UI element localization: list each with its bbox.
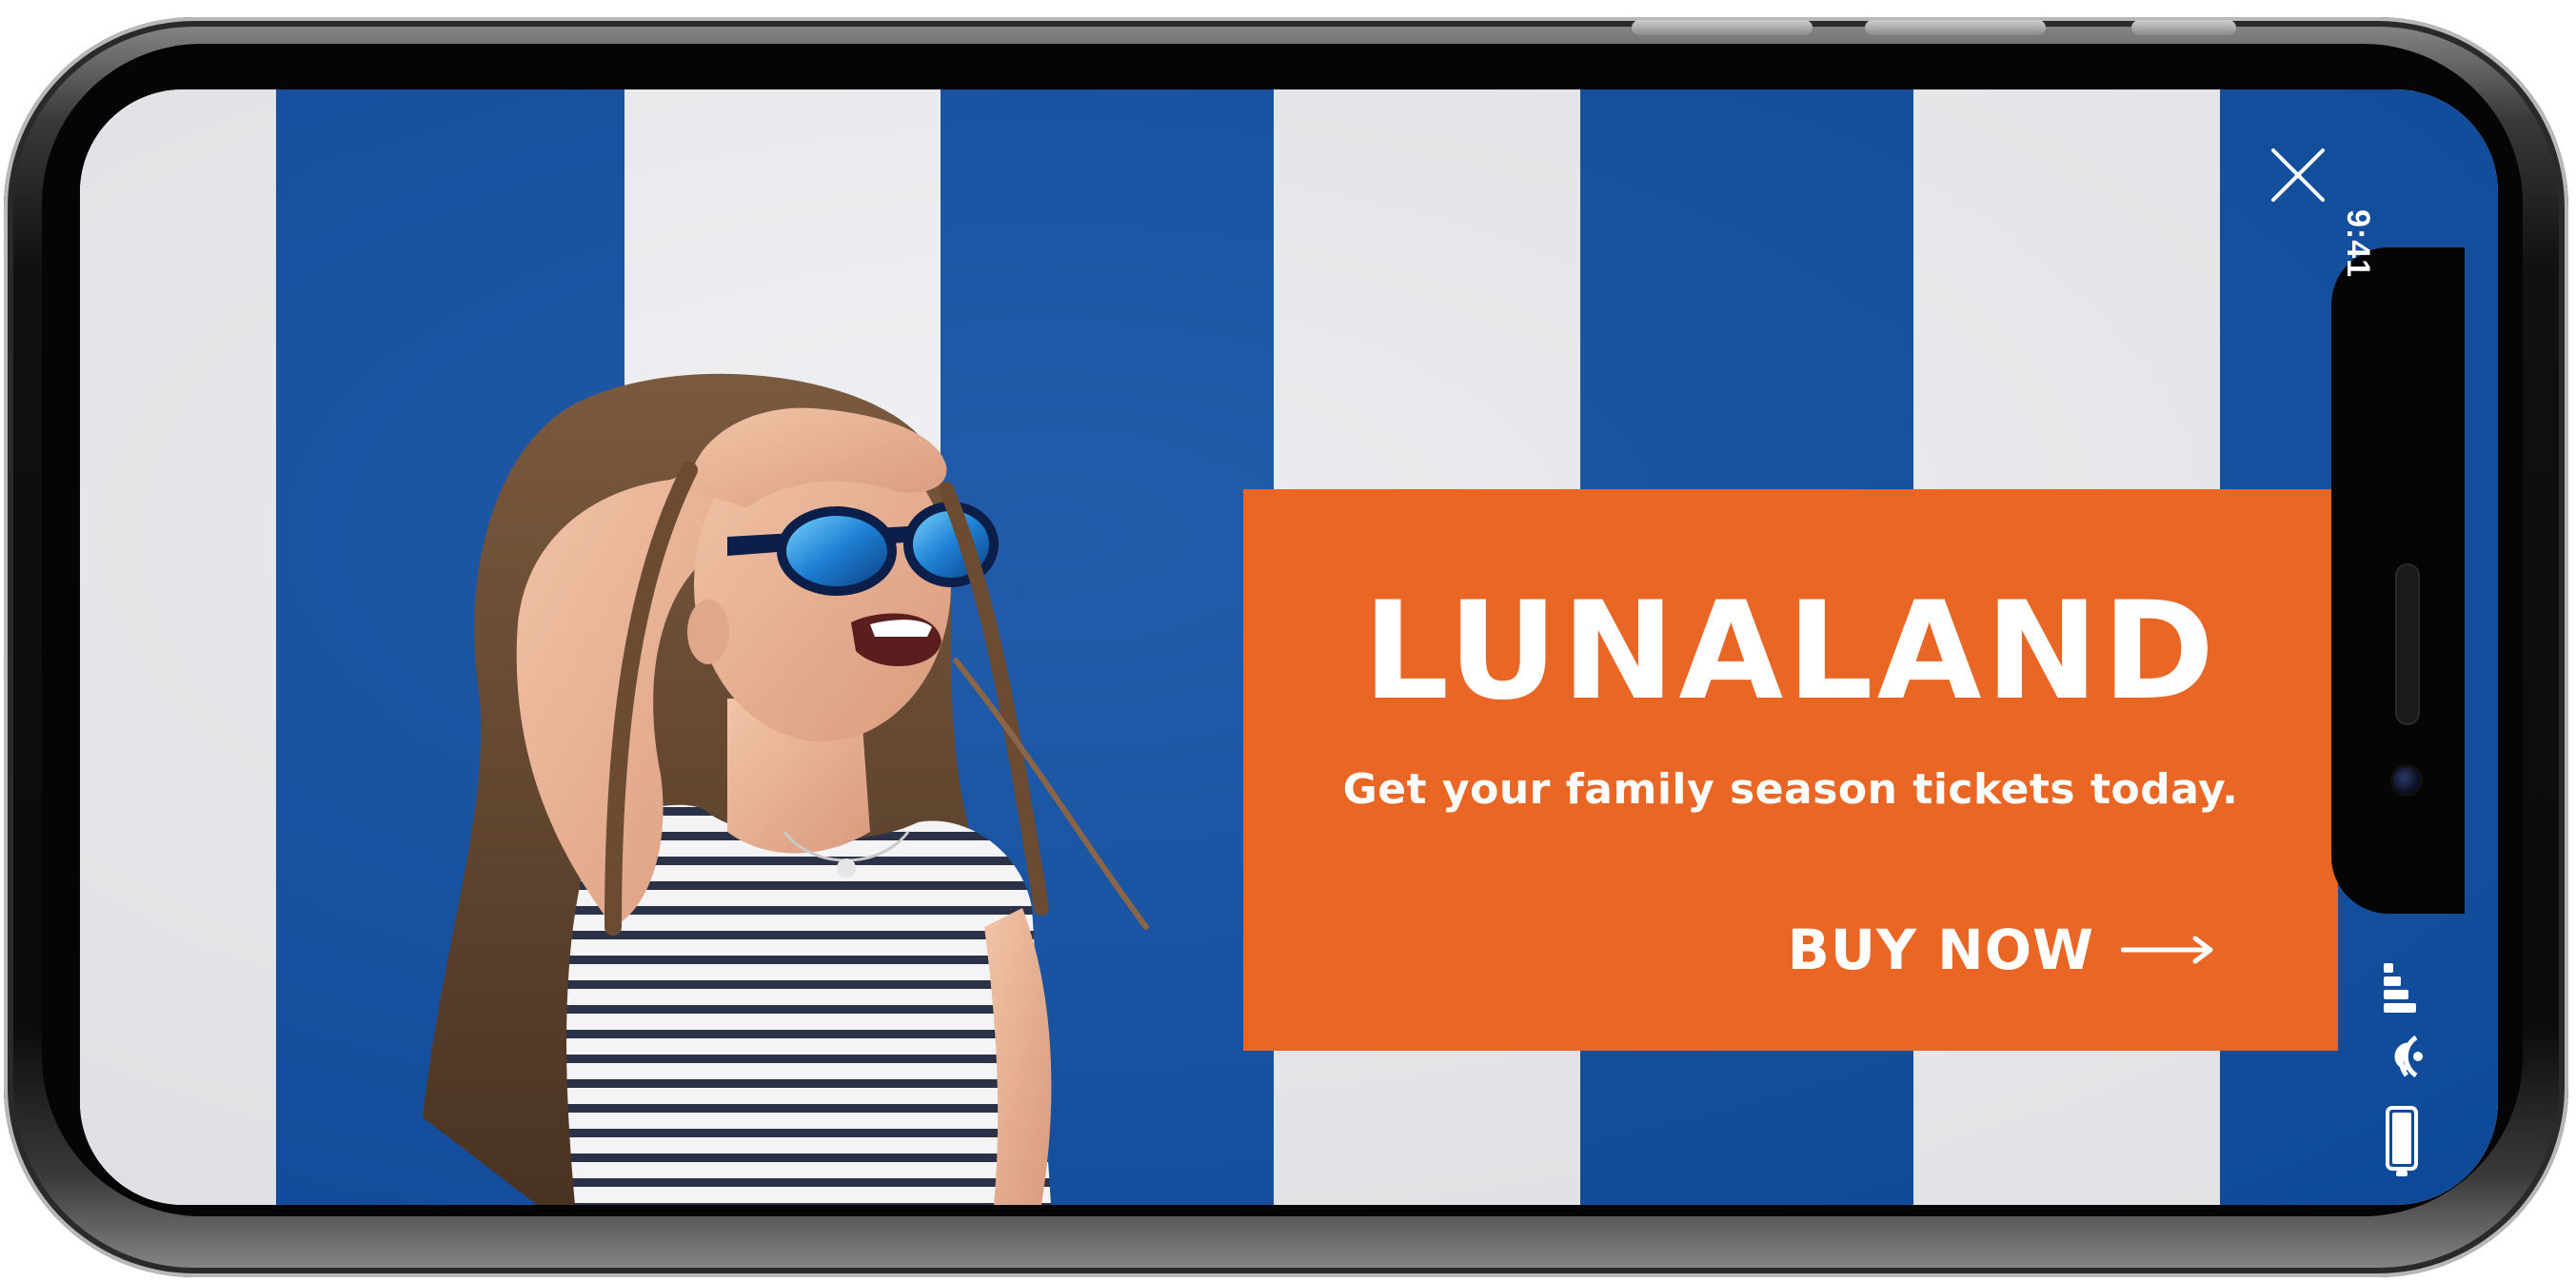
volume-down-button <box>1865 20 2046 35</box>
front-camera <box>2393 767 2420 794</box>
close-icon[interactable] <box>2266 143 2330 207</box>
signal-icon <box>2384 963 2416 1013</box>
arrow-right-icon <box>2121 936 2213 964</box>
ad-tagline: Get your family season tickets today. <box>1342 765 2239 814</box>
volume-up-button <box>1632 20 1813 35</box>
app-screen: LUNALAND Get your family season tickets … <box>80 89 2498 1205</box>
ad-title: LUNALAND <box>1362 573 2219 730</box>
wifi-icon <box>2394 1035 2423 1078</box>
battery-icon <box>2386 1106 2418 1176</box>
hero-photo <box>423 373 1149 1205</box>
status-icons <box>2384 963 2423 1176</box>
buy-now-label: BUY NOW <box>1787 917 2094 982</box>
buy-now-button[interactable]: BUY NOW <box>1788 917 2216 982</box>
ad-panel: LUNALAND Get your family season tickets … <box>1243 489 2338 1051</box>
power-button <box>2131 20 2236 35</box>
status-time: 9:41 <box>2340 209 2376 279</box>
earpiece-speaker <box>2395 563 2420 725</box>
